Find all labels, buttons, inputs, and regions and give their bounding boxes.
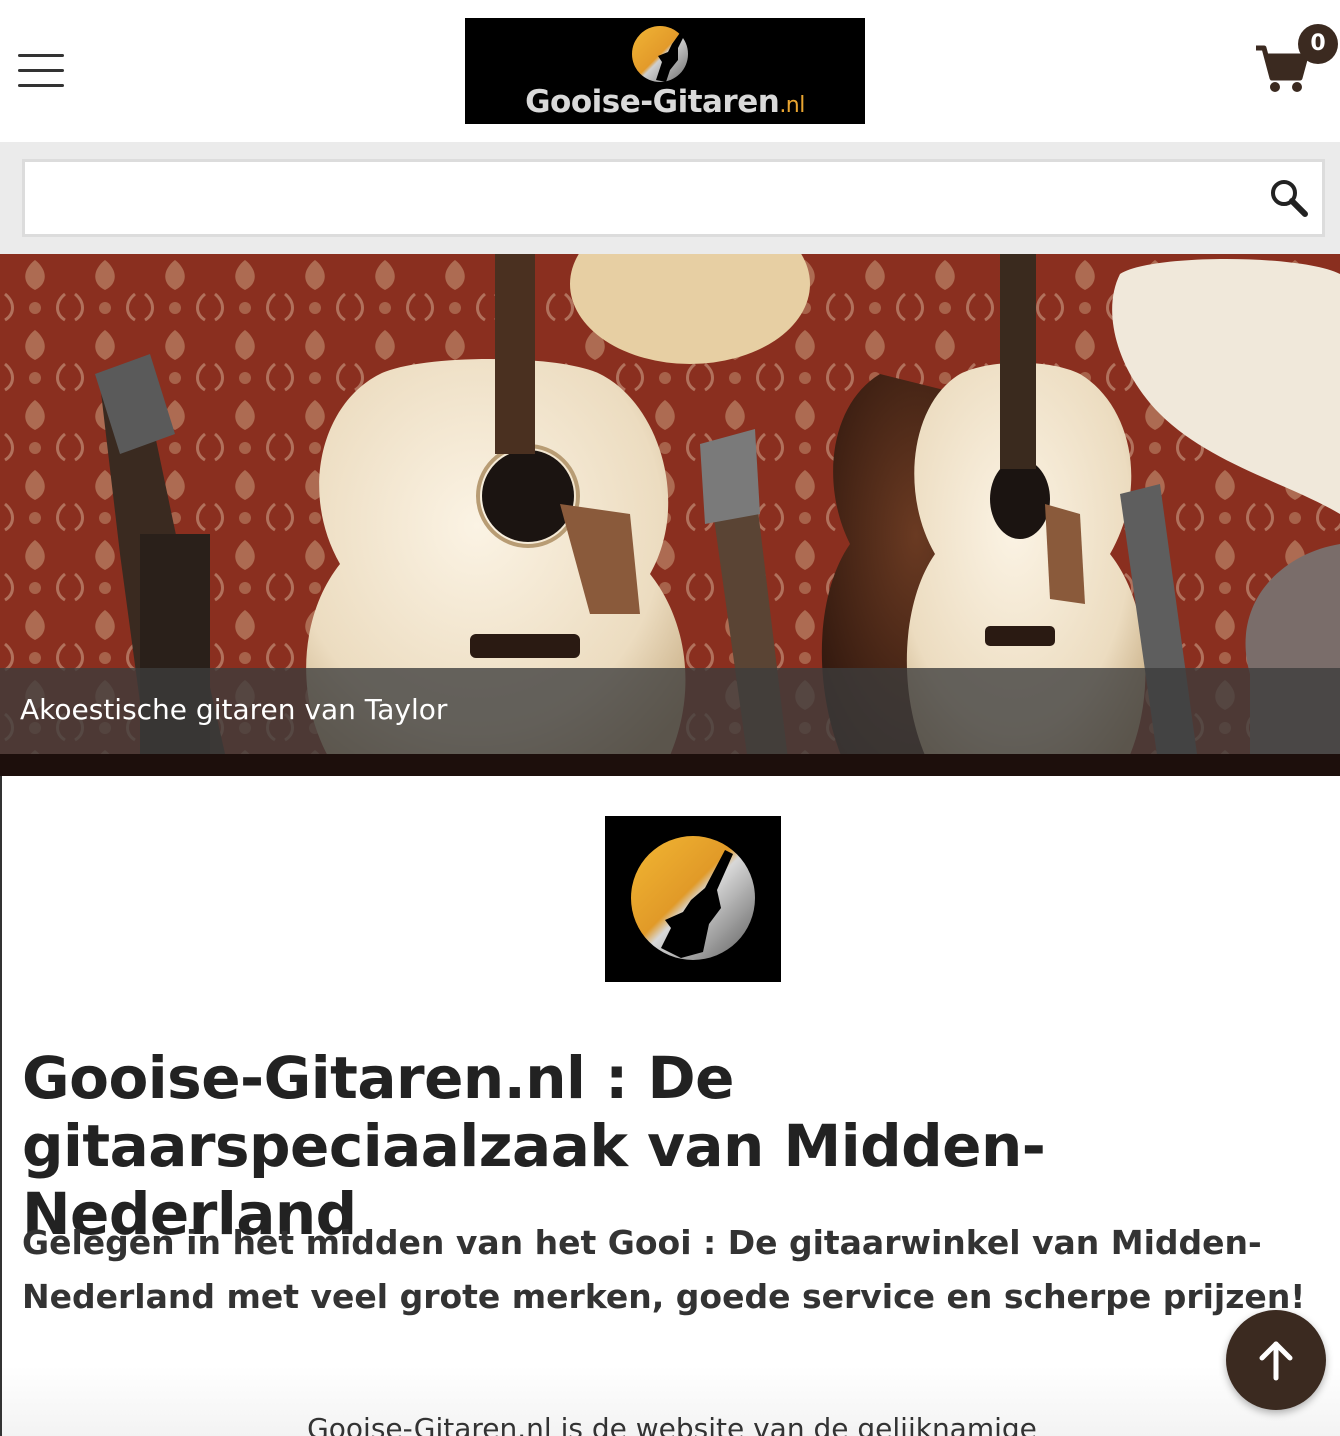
square-logo	[605, 816, 781, 982]
site-header: Gooise-Gitaren.nl 0	[0, 0, 1340, 142]
search-bar	[0, 142, 1340, 254]
hero-caption: Akoestische gitaren van Taylor	[0, 668, 1340, 754]
logo-text: Gooise-Gitaren.nl	[525, 84, 805, 120]
cart-count-badge: 0	[1298, 24, 1338, 64]
search-input[interactable]	[37, 172, 1237, 224]
guitar-moon-logo-icon	[632, 26, 688, 82]
guitar-moon-logo-icon	[631, 836, 755, 960]
arrow-up-icon	[1259, 1341, 1293, 1381]
main-content: Gooise-Gitaren.nl : De gitaarspeciaalzaa…	[0, 776, 1340, 1436]
hero-banner[interactable]: Akoestische gitaren van Taylor	[0, 254, 1340, 776]
hero-caption-text: Akoestische gitaren van Taylor	[20, 693, 448, 726]
intro-text: Gooise-Gitaren.nl is de website van de g…	[307, 1412, 1037, 1436]
hamburger-icon[interactable]	[18, 54, 64, 88]
back-to-top-button[interactable]	[1226, 1310, 1326, 1410]
site-logo[interactable]: Gooise-Gitaren.nl	[465, 18, 865, 124]
search-box	[22, 159, 1325, 237]
search-icon[interactable]	[1269, 178, 1309, 218]
page-subtitle: Gelegen in het midden van het Gooi : De …	[22, 1223, 1306, 1316]
hero-bottom-bar	[0, 754, 1340, 776]
